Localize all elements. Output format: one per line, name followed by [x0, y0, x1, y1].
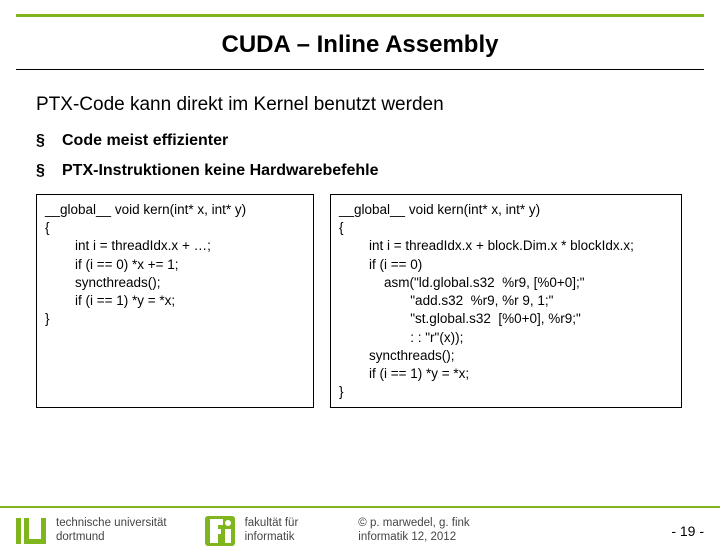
uni-line1: technische universität: [56, 517, 167, 531]
university-label: technische universität dortmund: [56, 517, 167, 545]
bullet-text: Code meist effizienter: [62, 132, 228, 150]
cred-line1: © p. marwedel, g. fink: [358, 517, 671, 531]
tu-logo-icon: [16, 518, 46, 544]
bullet-text: PTX-Instruktionen keine Hardwarebefehle: [62, 162, 379, 180]
uni-line2: dortmund: [56, 531, 167, 545]
code-box-left: __global__ void kern(int* x, int* y) { i…: [36, 194, 314, 408]
slide-title: CUDA – Inline Assembly: [0, 17, 720, 69]
bullet-item: § PTX-Instruktionen keine Hardwarebefehl…: [36, 162, 684, 180]
fi-logo-icon: [205, 516, 235, 546]
bullet-item: § Code meist effizienter: [36, 132, 684, 150]
content-area: PTX-Code kann direkt im Kernel benutzt w…: [0, 70, 720, 408]
bullet-marker: §: [36, 162, 62, 180]
fak-line1: fakultät für: [245, 517, 299, 531]
cred-line2: informatik 12, 2012: [358, 531, 671, 545]
page-number: - 19 -: [671, 523, 704, 539]
code-box-right: __global__ void kern(int* x, int* y) { i…: [330, 194, 682, 408]
bullet-marker: §: [36, 132, 62, 150]
footer: technische universität dortmund fakultät…: [0, 506, 720, 554]
fak-line2: informatik: [245, 531, 299, 545]
lead-text: PTX-Code kann direkt im Kernel benutzt w…: [36, 94, 684, 116]
code-boxes: __global__ void kern(int* x, int* y) { i…: [36, 194, 684, 408]
faculty-label: fakultät für informatik: [245, 517, 299, 545]
credits-label: © p. marwedel, g. fink informatik 12, 20…: [358, 517, 671, 545]
